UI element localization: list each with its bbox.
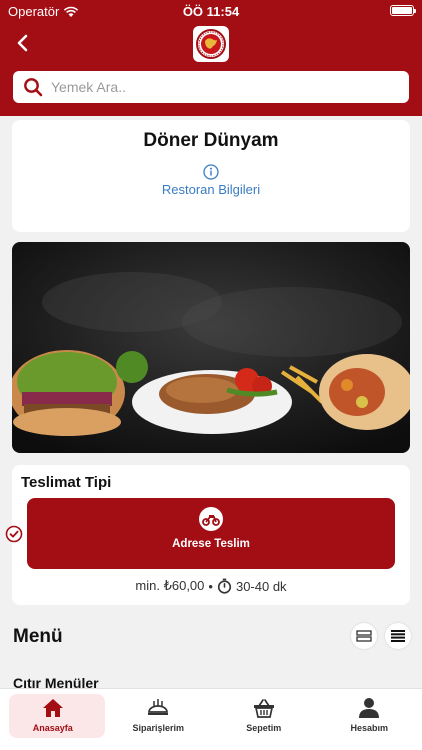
user-icon [359, 698, 380, 718]
menu-title: Menü [13, 626, 63, 647]
tab-basket-label: Sepetim [246, 723, 282, 733]
stopwatch-icon [217, 578, 232, 594]
list-view-toggle[interactable] [385, 623, 411, 649]
search-bar[interactable] [13, 71, 409, 103]
tab-account-label: Hesabım [350, 723, 389, 733]
card-view-toggle[interactable] [351, 623, 377, 649]
status-time: ÖÖ 11:54 [182, 4, 240, 19]
tab-basket[interactable]: Sepetim [211, 689, 317, 750]
list-view-icon [391, 630, 405, 642]
tab-account[interactable]: Hesabım [317, 689, 422, 750]
check-circle-icon [5, 525, 23, 543]
battery-icon [390, 5, 416, 16]
bottom-tab-bar: Anasayfa Siparişlerim Sepetim Hesabım [0, 688, 422, 750]
delivery-option-address[interactable]: Adrese Teslim [27, 498, 395, 569]
card-view-icon [356, 630, 372, 642]
motorcycle-icon [202, 515, 220, 526]
tab-home-label: Anasayfa [32, 723, 73, 733]
delivery-option-label: Adrese Teslim [172, 538, 250, 550]
tab-home[interactable]: Anasayfa [0, 689, 106, 750]
orders-icon [148, 699, 169, 715]
status-bar: Operatör ÖÖ 11:54 [0, 0, 422, 22]
chevron-left-icon[interactable] [12, 32, 34, 54]
meta-separator: • [208, 578, 213, 594]
restaurant-logo-icon [196, 29, 226, 59]
restaurant-logo [193, 26, 229, 62]
tab-orders-label: Siparişlerim [132, 723, 185, 733]
tab-orders[interactable]: Siparişlerim [106, 689, 212, 750]
delivery-type-title: Teslimat Tipi [21, 474, 112, 491]
restaurant-name: Döner Dünyam [143, 130, 279, 151]
header: Operatör ÖÖ 11:54 [0, 0, 422, 116]
restaurant-banner-image [12, 242, 410, 453]
restaurant-info-link[interactable]: Restoran Bilgileri [12, 182, 410, 197]
min-order-amount: min. ₺60,00 [135, 578, 205, 593]
delivery-eta: 30-40 dk [235, 578, 287, 594]
search-input[interactable] [51, 79, 381, 95]
basket-icon [253, 699, 274, 718]
info-icon[interactable] [203, 164, 219, 180]
delivery-meta: min. ₺60,00 • 30-40 dk [12, 578, 410, 594]
restaurant-info-card: Döner Dünyam Restoran Bilgileri [12, 120, 410, 232]
search-icon [24, 78, 43, 97]
home-icon [42, 699, 63, 717]
